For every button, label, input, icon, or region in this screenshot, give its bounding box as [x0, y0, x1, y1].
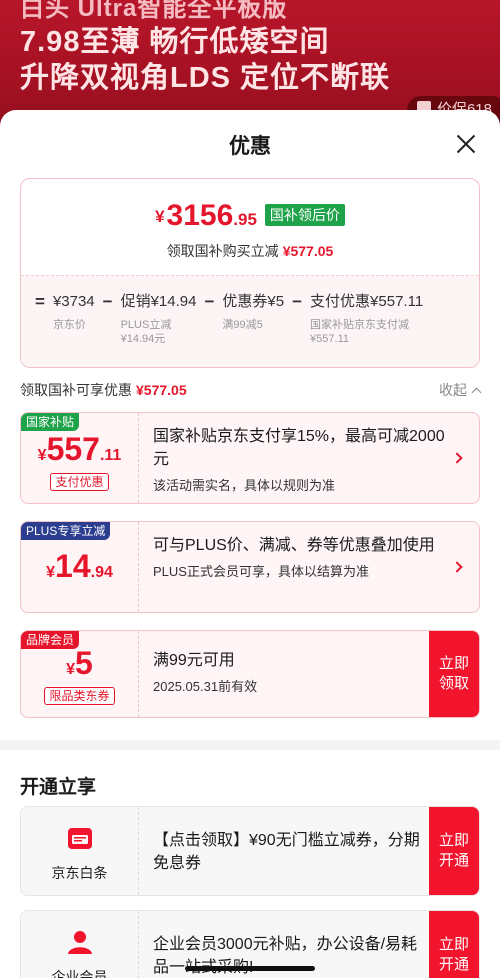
banner-headline-2: 升降双视角LDS 定位不断联 [20, 62, 391, 94]
coupon-integer: 5 [75, 645, 93, 681]
coupon-note: 2025.05.31前有效 [153, 679, 258, 694]
formula-value: 优惠券¥5 [222, 293, 285, 310]
section-label: 领取国补可享优惠 [20, 382, 132, 398]
formula-item-coupon: 优惠券¥5 满99减5 [222, 292, 284, 332]
currency-symbol: ¥ [155, 207, 165, 226]
open-button-label: 立即开通 [438, 832, 469, 869]
service-description: 【点击领取】¥90无门槛立减券，分期免息券 [153, 832, 420, 872]
discount-sheet: 优惠 ¥ 3156 .95 国补领后价 领取国补购买立减 ¥577.05 = ¥3… [0, 110, 500, 978]
home-indicator [185, 966, 315, 971]
coupon-description: 可与PLUS价、满减、券等优惠叠加使用 [153, 537, 435, 554]
coupon-amount-area: PLUS专享立减 ¥14.94 [21, 522, 139, 612]
formula-value: ¥3734 [52, 293, 95, 310]
service-name: 京东白条 [51, 865, 108, 881]
coupon-description: 满99元可用 [153, 652, 235, 669]
formula-item-promo: 促销¥14.94 PLUS立减 ¥14.94元 [121, 292, 197, 346]
section-divider [0, 740, 500, 750]
open-enterprise-button[interactable]: 立即开通 [429, 911, 479, 978]
collapse-toggle[interactable]: 收起 [439, 380, 482, 400]
service-name: 企业会员 [51, 969, 108, 978]
subsidy-price-badge: 国补领后价 [264, 204, 345, 226]
coupon-integer: 14 [55, 548, 91, 584]
coupon-integer: 557 [46, 431, 100, 467]
coupon-amount: ¥557.11 [21, 431, 138, 468]
coupon-amount: ¥5 [21, 645, 138, 682]
sheet-title: 优惠 [229, 135, 271, 158]
section-amount: ¥577.05 [136, 382, 187, 398]
coupon-pill: 支付优惠 [50, 473, 109, 491]
coupon-body: 国家补贴京东支付享15%，最高可减2000元 该活动需实名，具体以规则为准 [153, 425, 449, 495]
coupon-tag: PLUS专享立减 [21, 522, 111, 540]
coupon-note: PLUS正式会员可享，具体以结算为准 [153, 564, 369, 579]
price-summary-card: ¥ 3156 .95 国补领后价 领取国补购买立减 ¥577.05 = ¥3734… [20, 178, 480, 368]
coupon-note: 该活动需实名，具体以规则为准 [153, 478, 336, 493]
coupon-amount: ¥14.94 [21, 548, 138, 585]
coupon-body: 可与PLUS价、满减、券等优惠叠加使用 PLUS正式会员可享，具体以结算为准 [153, 534, 449, 581]
final-price-area: ¥ 3156 .95 国补领后价 领取国补购买立减 ¥577.05 [21, 179, 479, 275]
formula-value: 支付优惠¥557.11 [310, 293, 424, 310]
chevron-up-icon [471, 387, 482, 398]
claim-amount: ¥577.05 [282, 243, 334, 259]
formula-operator: = [35, 292, 45, 311]
coupon-currency: ¥ [66, 661, 76, 678]
price-decimal: .95 [233, 210, 257, 229]
user-icon [68, 931, 92, 954]
price-breakdown: = ¥3734 京东价 − 促销¥14.94 PLUS立减 ¥14.94元 − … [21, 275, 479, 367]
price-formula: = ¥3734 京东价 − 促销¥14.94 PLUS立减 ¥14.94元 − … [35, 292, 431, 346]
open-enjoy-title: 开通立享 [20, 777, 97, 798]
coupon-currency: ¥ [46, 564, 56, 581]
open-baitiao-button[interactable]: 立即开通 [429, 807, 479, 895]
coupon-body: 满99元可用 2025.05.31前有效 [153, 649, 449, 696]
open-button-label: 立即开通 [438, 936, 469, 973]
coupon-currency: ¥ [37, 447, 47, 464]
close-icon[interactable] [454, 132, 478, 156]
formula-operator: − [292, 292, 303, 311]
claim-text: 领取国补购买立减 [166, 243, 279, 259]
chevron-right-icon[interactable] [451, 561, 463, 573]
formula-label: 国家补贴京东支付减 ¥557.11 [310, 319, 410, 345]
coupon-pill: 限品类东券 [44, 687, 115, 705]
baitiao-icon [68, 828, 92, 849]
coupon-decimal: .11 [99, 447, 122, 464]
formula-operator: − [102, 292, 113, 311]
price-integer: 3156 [166, 199, 234, 232]
formula-label: 满99减5 [222, 319, 263, 331]
subsidy-section-header: 领取国补可享优惠 ¥577.05 [20, 380, 187, 400]
coupon-amount-area: 国家补贴 ¥557.11 支付优惠 [21, 413, 139, 503]
coupon-plus-discount[interactable]: PLUS专享立减 ¥14.94 可与PLUS价、满减、券等优惠叠加使用 PLUS… [20, 521, 480, 613]
claim-coupon-button[interactable]: 立即领取 [429, 631, 479, 717]
claim-button-label: 立即领取 [438, 655, 469, 692]
coupon-description: 国家补贴京东支付享15%，最高可减2000元 [153, 428, 445, 468]
final-price: ¥ 3156 .95 国补领后价 [21, 201, 479, 231]
service-baitiao[interactable]: 京东白条 【点击领取】¥90无门槛立减券，分期免息券 立即开通 [20, 806, 480, 896]
formula-operator: − [204, 292, 215, 311]
service-description: 企业会员3000元补贴，办公设备/易耗品一站式采购! [153, 936, 418, 976]
service-icon-area: 企业会员 [21, 911, 139, 978]
formula-item-jd-price: ¥3734 京东价 [53, 292, 95, 332]
coupon-brand-member: 品牌会员 ¥5 限品类东券 满99元可用 2025.05.31前有效 立即领取 [20, 630, 480, 718]
formula-label: PLUS立减 ¥14.94元 [120, 319, 172, 345]
coupon-decimal: .94 [90, 564, 113, 581]
claim-subsidy-line: 领取国补购买立减 ¥577.05 [21, 241, 479, 261]
formula-label: 京东价 [52, 319, 86, 331]
coupon-national-subsidy[interactable]: 国家补贴 ¥557.11 支付优惠 国家补贴京东支付享15%，最高可减2000元… [20, 412, 480, 504]
service-icon-area: 京东白条 [21, 807, 139, 895]
coupon-amount-area: 品牌会员 ¥5 限品类东券 [21, 631, 139, 717]
collapse-label: 收起 [439, 382, 467, 398]
formula-value: 促销¥14.94 [120, 293, 197, 310]
chevron-right-icon[interactable] [451, 452, 463, 464]
formula-item-payment: 支付优惠¥557.11 国家补贴京东支付减 ¥557.11 [310, 292, 423, 346]
coupon-tag: 国家补贴 [21, 413, 80, 431]
